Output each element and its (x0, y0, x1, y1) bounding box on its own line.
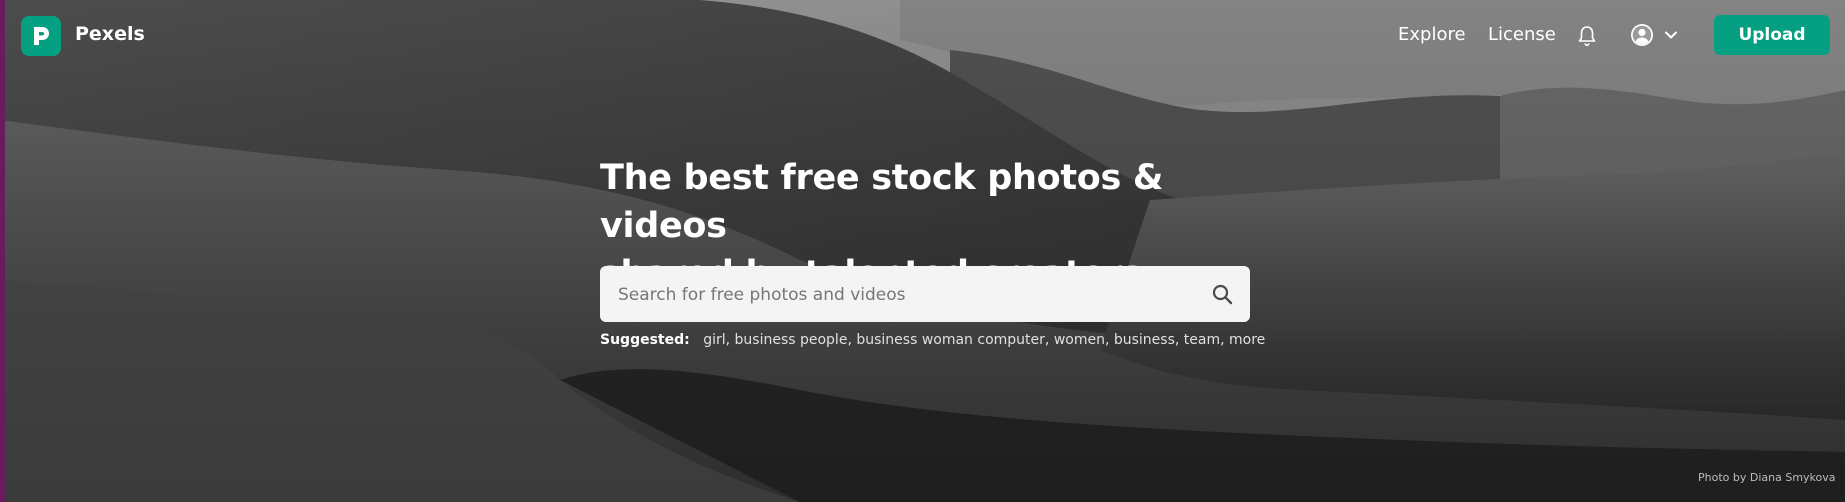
avatar-icon[interactable] (1630, 23, 1654, 47)
nav-explore-link[interactable]: Explore (1398, 24, 1466, 45)
suggested-searches: Suggested: girl, business people, busine… (600, 332, 1266, 348)
top-nav: Pexels Explore License Upload (0, 0, 1845, 72)
suggestion-link[interactable]: business people (735, 332, 848, 348)
pexels-logo-icon (34, 27, 49, 45)
chevron-down-icon[interactable] (1664, 28, 1678, 42)
suggestion-link[interactable]: team (1184, 332, 1220, 348)
nav-license-link[interactable]: License (1488, 24, 1556, 45)
search-bar[interactable] (600, 266, 1250, 324)
window-edge (0, 0, 5, 502)
photo-credit[interactable]: Photo by Diana Smykova (1698, 471, 1836, 484)
pexels-logo[interactable] (21, 16, 61, 56)
hero-headline-line1: The best free stock photos & videos (600, 158, 1164, 246)
brand-name[interactable]: Pexels (75, 23, 145, 45)
suggestion-more-link[interactable]: more (1229, 332, 1265, 348)
suggested-label: Suggested: (600, 332, 690, 348)
bell-icon[interactable] (1577, 25, 1597, 47)
suggestion-link[interactable]: women (1054, 332, 1105, 348)
suggestion-link[interactable]: business woman computer (856, 332, 1045, 348)
hero-section: Pexels Explore License Upload The best f… (0, 0, 1845, 502)
search-input[interactable] (616, 266, 1180, 324)
search-icon[interactable] (1212, 284, 1233, 305)
suggestion-link[interactable]: girl (703, 332, 725, 348)
suggestion-link[interactable]: business (1114, 332, 1175, 348)
upload-button[interactable]: Upload (1714, 15, 1830, 55)
